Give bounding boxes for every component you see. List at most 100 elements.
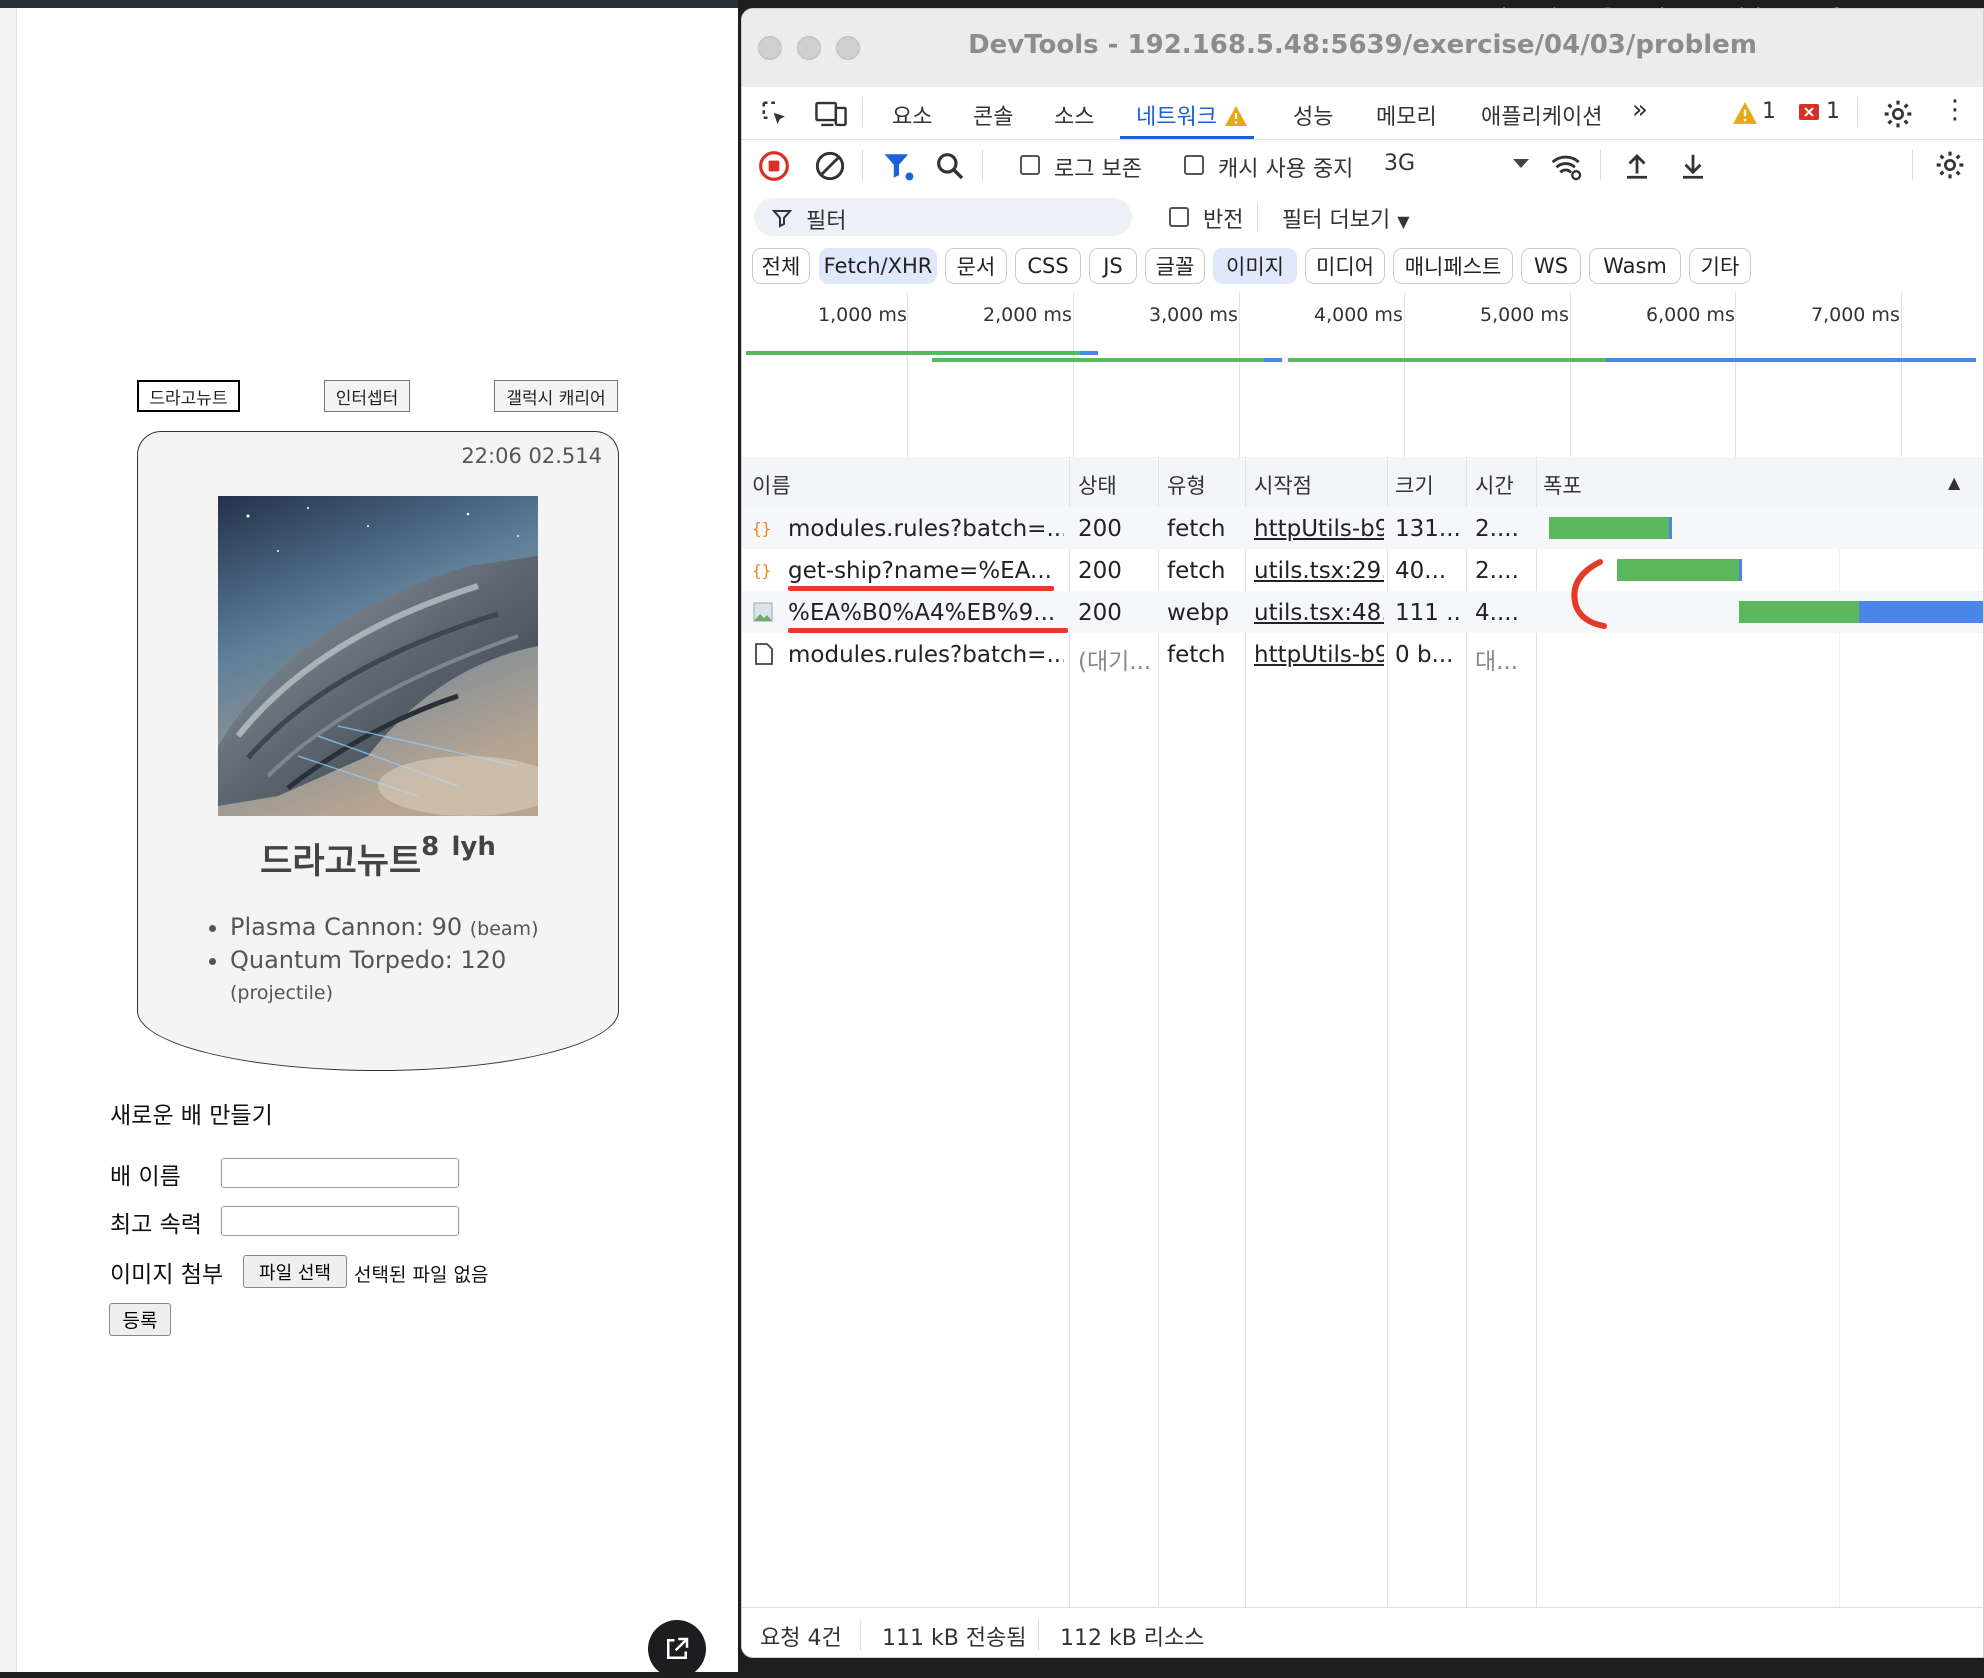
export-har-icon[interactable]	[1678, 150, 1708, 182]
chip-font[interactable]: 글꼴	[1145, 248, 1205, 284]
invert-checkbox[interactable]	[1169, 207, 1189, 227]
network-overview-timeline: 1,000 ms 2,000 ms 3,000 ms 4,000 ms 5,00…	[742, 292, 1983, 458]
tab-memory[interactable]: 메모리	[1376, 99, 1437, 131]
request-type: webp	[1167, 600, 1230, 626]
ship-tab-interceptor[interactable]: 인터셉터	[324, 380, 410, 412]
network-conditions-icon[interactable]	[1550, 150, 1584, 182]
tab-performance[interactable]: 성능	[1293, 99, 1333, 131]
request-initiator-link[interactable]: utils.tsx:29.	[1254, 558, 1384, 584]
max-speed-label: 최고 속력	[110, 1212, 202, 1238]
inspect-element-icon[interactable]	[760, 99, 790, 129]
error-count: 1	[1826, 99, 1840, 124]
new-ship-form-title: 새로운 배 만들기	[110, 1103, 273, 1129]
chip-document[interactable]: 문서	[945, 248, 1007, 284]
chip-media[interactable]: 미디어	[1305, 248, 1385, 284]
request-status: (대기...	[1078, 649, 1152, 675]
request-size: 131...	[1395, 516, 1461, 542]
chip-wasm[interactable]: Wasm	[1589, 248, 1681, 284]
request-status: 200	[1078, 600, 1122, 626]
weapon-item: Quantum Torpedo: 120 (projectile)	[230, 945, 590, 1009]
col-time[interactable]: 시간	[1475, 470, 1514, 500]
chip-manifest[interactable]: 매니페스트	[1393, 248, 1513, 284]
chip-fetch-xhr[interactable]: Fetch/XHR	[819, 248, 937, 284]
chip-ws[interactable]: WS	[1521, 248, 1581, 284]
tab-application[interactable]: 애플리케이션	[1481, 99, 1602, 131]
filter-funnel-icon[interactable]	[882, 150, 916, 182]
transferred-size: 111 kB 전송됨	[882, 1626, 1027, 1651]
col-initiator[interactable]: 시작점	[1254, 470, 1312, 500]
network-settings-gear-icon[interactable]	[1934, 149, 1966, 181]
col-name[interactable]: 이름	[752, 470, 791, 500]
request-initiator-link[interactable]: httpUtils-b9	[1254, 516, 1384, 542]
request-type: fetch	[1167, 642, 1226, 668]
app-left-strip	[0, 8, 17, 1672]
tab-network[interactable]: 네트워크	[1136, 99, 1248, 131]
device-toolbar-icon[interactable]	[814, 99, 848, 129]
request-name: modules.rules?batch=...	[788, 642, 1064, 668]
ship-name-input[interactable]	[221, 1158, 459, 1188]
request-time: 대...	[1475, 649, 1519, 675]
ship-tab-dragonut[interactable]: 드라고뉴트	[137, 380, 240, 412]
register-button[interactable]: 등록	[109, 1303, 171, 1336]
warning-icon	[1224, 106, 1247, 126]
table-row[interactable]: {} modules.rules?batch=... 200 fetch htt…	[742, 507, 1983, 549]
open-external-button[interactable]	[648, 1620, 706, 1678]
clear-log-icon[interactable]	[814, 150, 846, 182]
throttle-select[interactable]: 3G	[1384, 151, 1415, 176]
warning-count: 1	[1762, 99, 1776, 124]
stop-recording-icon[interactable]	[758, 150, 790, 182]
more-options-icon[interactable]: ⋮	[1942, 95, 1968, 125]
document-icon	[755, 643, 773, 665]
table-row[interactable]: {} get-ship?name=%EA... 200 fetch utils.…	[742, 549, 1983, 591]
tab-sources[interactable]: 소스	[1054, 99, 1094, 131]
devtools-window: DevTools - 192.168.5.48:5639/exercise/04…	[741, 8, 1984, 1658]
active-tab-indicator	[1120, 136, 1254, 139]
col-type[interactable]: 유형	[1167, 470, 1206, 500]
filter-input[interactable]: 필터	[754, 198, 1132, 236]
request-size: 111 ...	[1395, 600, 1463, 626]
col-status[interactable]: 상태	[1078, 470, 1117, 500]
max-speed-input[interactable]	[221, 1206, 459, 1236]
more-filters-dropdown[interactable]: 필터 더보기 ▼	[1282, 202, 1410, 234]
error-count-icon[interactable]	[1797, 102, 1821, 124]
request-initiator-link[interactable]: utils.tsx:48.	[1254, 600, 1384, 626]
waterfall-bar	[1549, 517, 1671, 539]
ship-card: 22:06 02.514 드라고뉴트8 lyh • Plasma Cannon:…	[137, 431, 619, 1071]
devtools-panel-tabs: 요소 콘솔 소스 네트워크 성능 메모리 애플리케이션 » 1 1 ⋮	[742, 87, 1983, 140]
request-name: get-ship?name=%EA...	[788, 558, 1052, 584]
ship-owner: lyh	[451, 832, 496, 862]
svg-text:{}: {}	[752, 519, 771, 538]
more-tabs-chevron-icon[interactable]: »	[1632, 95, 1648, 125]
ship-title: 드라고뉴트8 lyh	[138, 832, 618, 884]
settings-gear-icon[interactable]	[1882, 98, 1914, 130]
chip-css[interactable]: CSS	[1015, 248, 1081, 284]
waterfall-bar	[1739, 601, 1861, 623]
chip-js[interactable]: JS	[1089, 248, 1137, 284]
timeline-tick: 7,000 ms	[1811, 304, 1900, 326]
warning-count-icon[interactable]	[1732, 101, 1758, 125]
table-row[interactable]: modules.rules?batch=... (대기... fetch htt…	[742, 633, 1983, 675]
overview-bar	[1288, 358, 1606, 362]
import-har-icon[interactable]	[1622, 150, 1652, 182]
chip-all[interactable]: 전체	[752, 248, 810, 284]
tab-console[interactable]: 콘솔	[973, 99, 1013, 131]
chevron-down-icon[interactable]	[1512, 158, 1530, 170]
svg-text:{}: {}	[752, 561, 771, 580]
search-icon[interactable]	[934, 150, 966, 182]
preserve-log-checkbox[interactable]	[1020, 155, 1040, 175]
disable-cache-checkbox[interactable]	[1184, 155, 1204, 175]
ship-image	[218, 496, 538, 816]
chip-image[interactable]: 이미지	[1213, 248, 1297, 284]
chip-other[interactable]: 기타	[1689, 248, 1751, 284]
file-status-text: 선택된 파일 없음	[354, 1264, 489, 1286]
ship-tab-galaxy-carrier[interactable]: 갤럭시 캐리어	[494, 380, 618, 412]
table-row[interactable]: %EA%B0%A4%EB%9... 200 webp utils.tsx:48.…	[742, 591, 1983, 633]
sort-ascending-icon[interactable]: ▲	[1948, 473, 1960, 492]
overview-bar	[1606, 358, 1976, 362]
col-waterfall[interactable]: 폭포	[1543, 470, 1582, 500]
col-size[interactable]: 크기	[1395, 470, 1434, 500]
file-select-button[interactable]: 파일 선택	[243, 1255, 347, 1288]
waterfall-bar	[1739, 559, 1742, 581]
request-initiator-link[interactable]: httpUtils-b9	[1254, 642, 1384, 668]
tab-elements[interactable]: 요소	[892, 99, 932, 131]
